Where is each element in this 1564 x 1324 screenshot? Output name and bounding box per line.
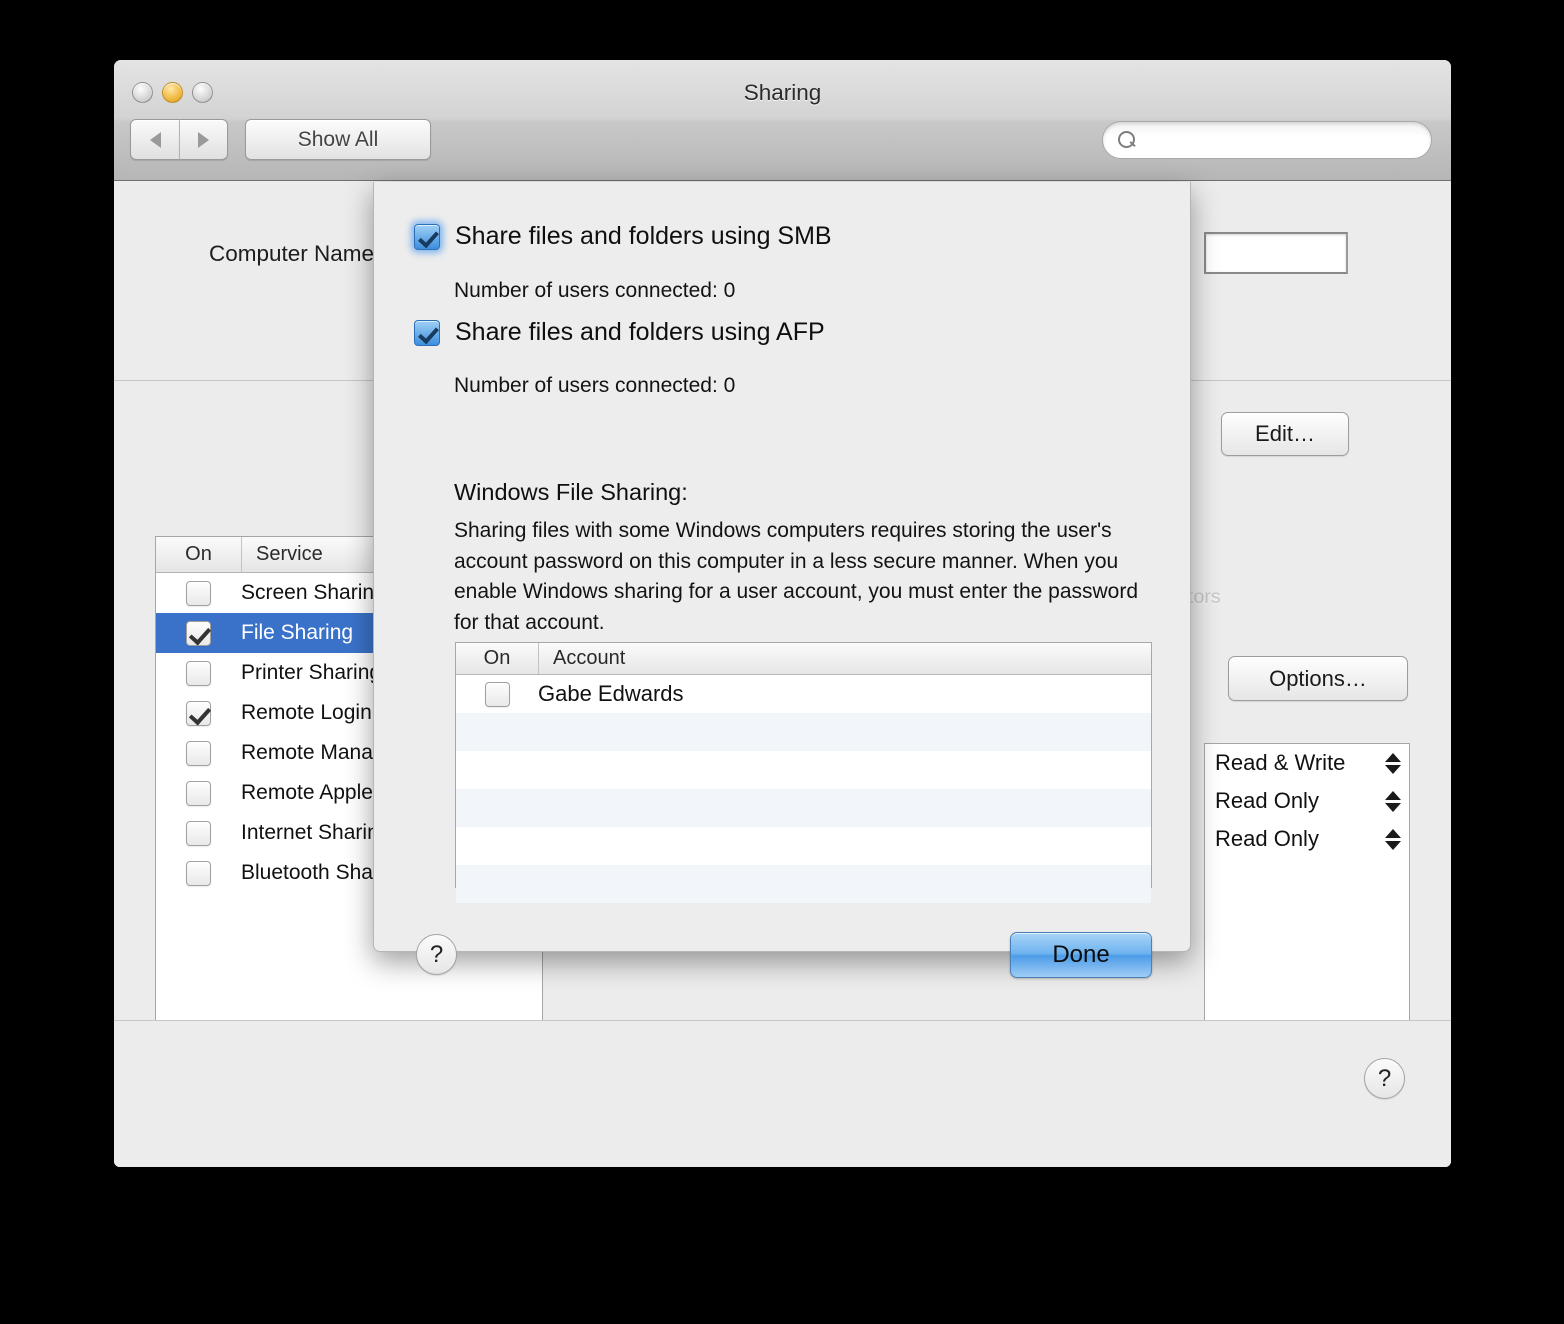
checkbox-icon[interactable] <box>186 820 211 846</box>
sharing-preferences-window: Sharing Show All Computer Name: Vedado C… <box>114 60 1451 1167</box>
list-item-empty <box>456 865 1151 903</box>
services-header-on: On <box>185 543 212 565</box>
list-item-empty <box>456 827 1151 865</box>
checkbox-icon[interactable] <box>186 780 211 806</box>
help-button[interactable]: ? <box>1364 1058 1405 1099</box>
service-checkbox-cell[interactable] <box>156 780 241 806</box>
permission-stepper-icon[interactable] <box>1385 790 1401 812</box>
accounts-table-header: On Account <box>456 643 1151 675</box>
checkbox-checked-icon[interactable] <box>186 620 211 646</box>
computer-name-input[interactable] <box>1204 232 1348 274</box>
service-label: Remote Login <box>241 701 372 724</box>
window-bottom-bar: ? <box>114 1020 1451 1167</box>
afp-users-connected: Number of users connected: 0 <box>454 374 736 397</box>
permission-row[interactable]: Read Only <box>1205 782 1409 820</box>
forward-button[interactable] <box>179 119 228 160</box>
service-checkbox-cell[interactable] <box>156 660 241 686</box>
checkbox-icon[interactable] <box>186 580 211 606</box>
list-item[interactable]: Gabe Edwards <box>456 675 1151 713</box>
service-label: File Sharing <box>241 621 354 644</box>
smb-label: Share files and folders using SMB <box>455 222 832 250</box>
service-label: Printer Sharing <box>241 661 382 684</box>
chevron-left-icon <box>149 131 161 148</box>
afp-checkbox-row[interactable]: Share files and folders using AFP <box>414 318 825 347</box>
sheet-help-button[interactable]: ? <box>416 934 457 975</box>
list-item-empty <box>456 751 1151 789</box>
permission-row[interactable]: Read Only <box>1205 820 1409 858</box>
smb-checkbox-row[interactable]: Share files and folders using SMB <box>414 222 832 251</box>
accounts-table: On Account Gabe Edwards <box>455 642 1152 903</box>
checkbox-icon[interactable] <box>484 681 510 707</box>
chevron-right-icon <box>198 131 209 148</box>
permission-stepper-icon[interactable] <box>1385 828 1401 850</box>
service-checkbox-cell[interactable] <box>156 620 241 646</box>
accounts-header-account: Account <box>538 643 625 674</box>
permission-row[interactable]: Read & Write <box>1205 744 1409 782</box>
service-checkbox-cell[interactable] <box>156 820 241 846</box>
account-name: Gabe Edwards <box>538 681 684 706</box>
file-sharing-options-sheet: Share files and folders using SMB Number… <box>373 182 1191 978</box>
list-item-empty <box>456 713 1151 751</box>
service-label: Internet Sharing <box>241 821 391 844</box>
nav-buttons <box>130 119 228 160</box>
options-button[interactable]: Options… <box>1228 656 1408 701</box>
checkbox-checked-icon[interactable] <box>186 700 211 726</box>
windows-file-sharing-body: Sharing files with some Windows computer… <box>454 519 1139 634</box>
search-field[interactable] <box>1102 121 1432 159</box>
permission-value: Read & Write <box>1215 750 1346 775</box>
service-checkbox-cell[interactable] <box>156 860 241 886</box>
smb-users-connected: Number of users connected: 0 <box>454 279 736 302</box>
checkbox-icon[interactable] <box>186 860 211 886</box>
services-header-service: Service <box>241 537 323 572</box>
windows-file-sharing-heading: Windows File Sharing: <box>454 479 688 505</box>
smb-checkbox-icon[interactable] <box>414 223 440 250</box>
service-checkbox-cell[interactable] <box>156 740 241 766</box>
service-checkbox-cell[interactable] <box>156 700 241 726</box>
show-all-button[interactable]: Show All <box>245 119 431 160</box>
afp-checkbox-icon[interactable] <box>414 319 440 346</box>
checkbox-icon[interactable] <box>186 660 211 686</box>
permission-value: Read Only <box>1215 788 1319 813</box>
account-checkbox-cell[interactable] <box>456 681 538 707</box>
search-icon <box>1118 130 1137 150</box>
done-button[interactable]: Done <box>1010 932 1152 978</box>
computer-name-label: Computer Name: <box>209 241 381 266</box>
afp-label: Share files and folders using AFP <box>455 318 825 346</box>
window-titlebar: Sharing Show All <box>114 60 1451 181</box>
service-checkbox-cell[interactable] <box>156 580 241 606</box>
permission-stepper-icon[interactable] <box>1385 752 1401 774</box>
back-button[interactable] <box>130 119 179 160</box>
checkbox-icon[interactable] <box>186 740 211 766</box>
list-item-empty <box>456 789 1151 827</box>
edit-button[interactable]: Edit… <box>1221 412 1349 456</box>
window-title: Sharing <box>743 80 822 105</box>
service-label: Screen Sharing <box>241 581 386 604</box>
accounts-header-on: On <box>483 647 511 669</box>
permission-value: Read Only <box>1215 826 1319 851</box>
